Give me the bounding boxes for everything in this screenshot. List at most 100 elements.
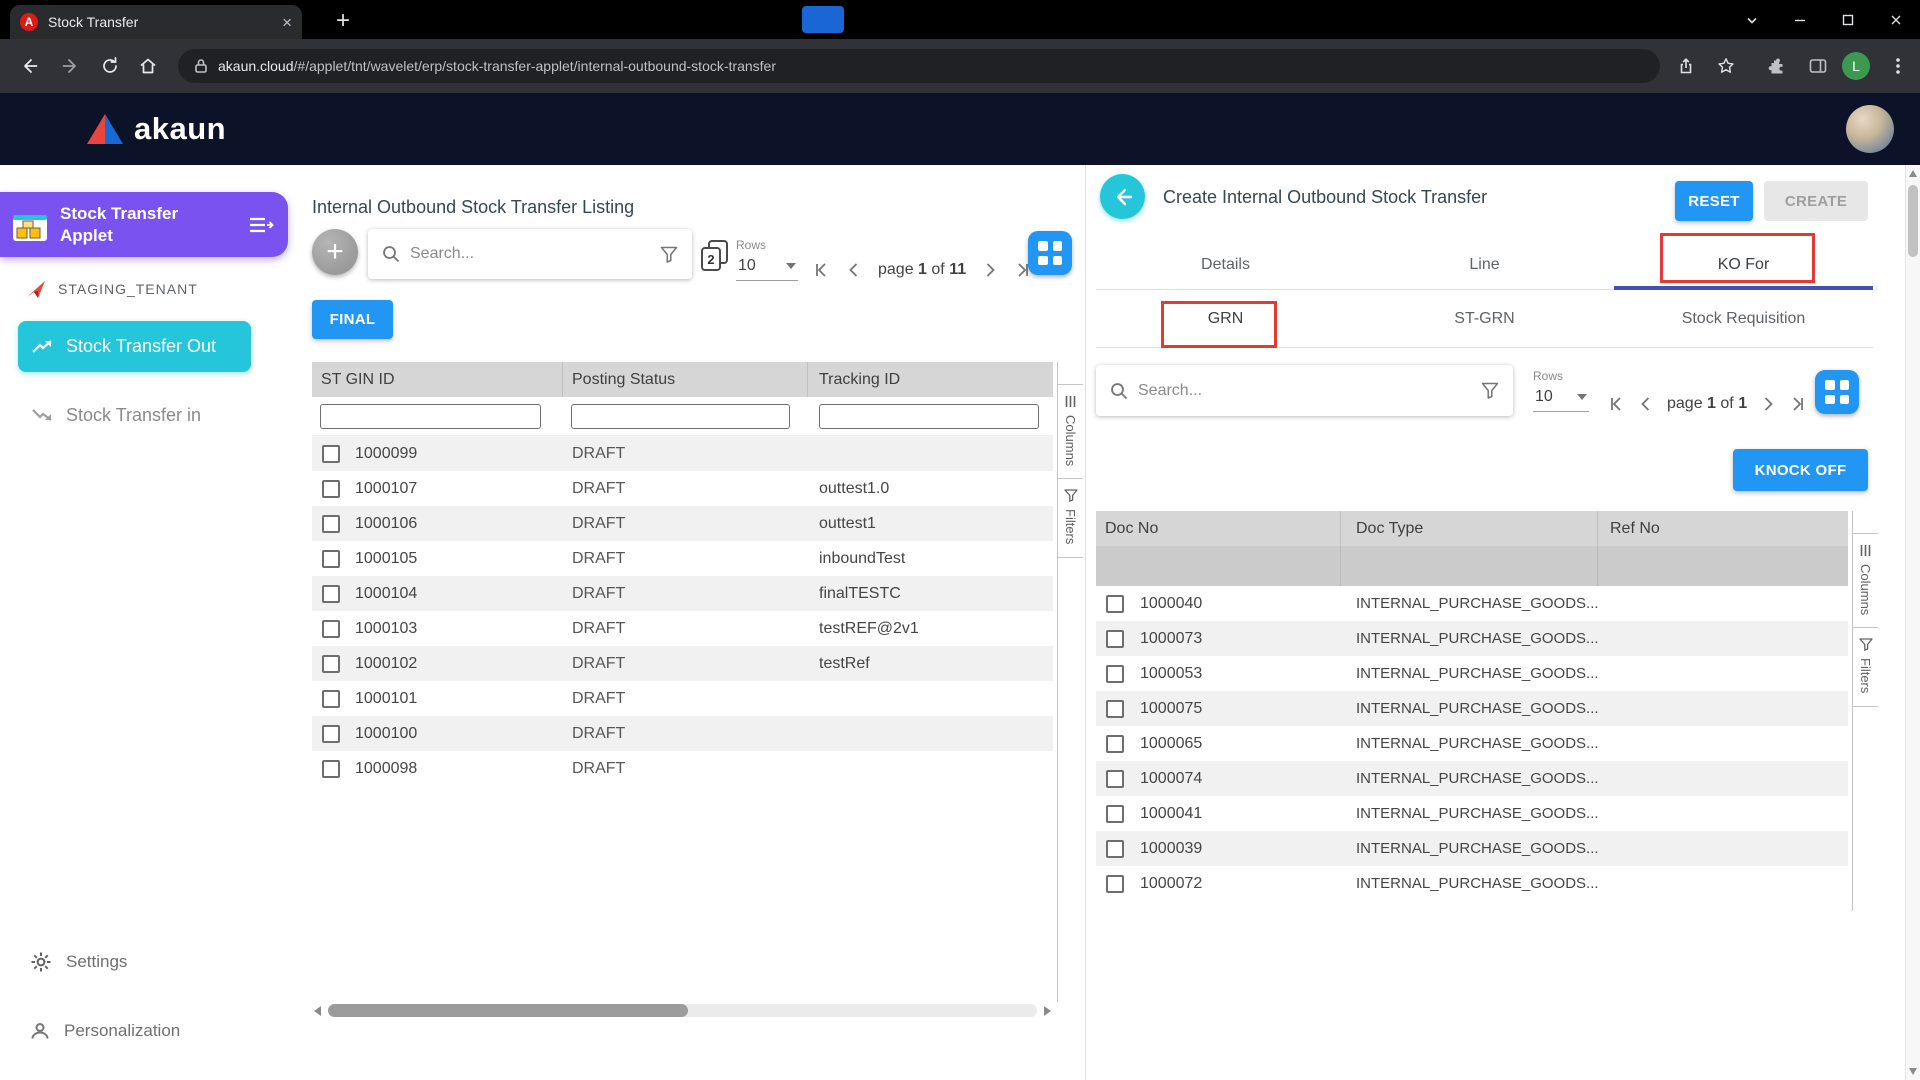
- row-checkbox[interactable]: [322, 515, 340, 533]
- table-row[interactable]: 1000072 INTERNAL_PURCHASE_GOODS...: [1096, 866, 1848, 901]
- table-row[interactable]: 1000073 INTERNAL_PURCHASE_GOODS...: [1096, 621, 1848, 656]
- browser-profile-avatar[interactable]: L: [1842, 52, 1870, 80]
- table-row[interactable]: 1000100 DRAFT: [312, 716, 1053, 751]
- reload-icon[interactable]: [94, 50, 126, 82]
- scroll-left-icon[interactable]: [314, 1006, 321, 1016]
- first-page-icon[interactable]: [1607, 395, 1625, 413]
- row-checkbox[interactable]: [1106, 735, 1124, 753]
- side-panel-icon[interactable]: [1802, 50, 1834, 82]
- table-row[interactable]: 1000103 DRAFT testREF@2v1: [312, 611, 1053, 646]
- sidebar-item-personalization[interactable]: Personalization: [30, 1021, 180, 1041]
- tab-details[interactable]: Details: [1096, 241, 1355, 289]
- rows-per-page[interactable]: Rows 10: [736, 238, 798, 281]
- prev-page-icon[interactable]: [845, 261, 863, 279]
- create-button[interactable]: CREATE: [1764, 181, 1868, 221]
- subtab-st-grn[interactable]: ST-GRN: [1355, 290, 1614, 347]
- sidebar-applet-badge[interactable]: Stock Transfer Applet: [0, 192, 288, 257]
- row-checkbox[interactable]: [1106, 875, 1124, 893]
- row-checkbox[interactable]: [1106, 770, 1124, 788]
- new-tab-button[interactable]: +: [326, 4, 360, 38]
- next-page-icon[interactable]: [1759, 395, 1777, 413]
- table-row[interactable]: 1000053 INTERNAL_PURCHASE_GOODS...: [1096, 656, 1848, 691]
- sidebar-item-stock-transfer-in[interactable]: Stock Transfer in: [18, 392, 251, 438]
- first-page-icon[interactable]: [812, 261, 830, 279]
- filter-input-posting-status[interactable]: [571, 404, 790, 429]
- row-checkbox[interactable]: [1106, 840, 1124, 858]
- row-checkbox[interactable]: [322, 760, 340, 778]
- tab-search-chevron-icon[interactable]: [1728, 0, 1776, 39]
- pages-copy-icon[interactable]: 2: [701, 240, 728, 271]
- final-button[interactable]: FINAL: [312, 300, 393, 339]
- row-checkbox[interactable]: [1106, 805, 1124, 823]
- sidebar-item-settings[interactable]: Settings: [30, 951, 127, 973]
- search-input[interactable]: [1138, 382, 1471, 400]
- row-checkbox[interactable]: [322, 550, 340, 568]
- table-row[interactable]: 1000105 DRAFT inboundTest: [312, 541, 1053, 576]
- next-page-icon[interactable]: [981, 261, 999, 279]
- row-checkbox[interactable]: [1106, 700, 1124, 718]
- search-input[interactable]: [410, 245, 650, 263]
- filters-rail-tab[interactable]: Filters: [1058, 479, 1083, 557]
- close-button[interactable]: [1872, 0, 1920, 39]
- extensions-puzzle-icon[interactable]: [1760, 50, 1792, 82]
- browser-menu-dots-icon[interactable]: [1882, 50, 1914, 82]
- user-avatar[interactable]: [1846, 105, 1894, 153]
- row-checkbox[interactable]: [322, 480, 340, 498]
- minimize-button[interactable]: [1776, 0, 1824, 39]
- share-icon[interactable]: [1670, 50, 1702, 82]
- table-row[interactable]: 1000065 INTERNAL_PURCHASE_GOODS...: [1096, 726, 1848, 761]
- sidebar-item-stock-transfer-out[interactable]: Stock Transfer Out: [18, 321, 251, 372]
- add-button[interactable]: +: [312, 229, 358, 275]
- scroll-right-icon[interactable]: [1044, 1006, 1051, 1016]
- filter-funnel-icon[interactable]: [1481, 382, 1499, 399]
- row-checkbox[interactable]: [1106, 665, 1124, 683]
- columns-rail-tab[interactable]: Columns: [1058, 384, 1083, 479]
- back-button[interactable]: [1100, 174, 1145, 219]
- row-checkbox[interactable]: [322, 585, 340, 603]
- columns-rail-tab[interactable]: Columns: [1853, 533, 1878, 628]
- row-checkbox[interactable]: [322, 445, 340, 463]
- filter-input-st-gin-id[interactable]: [320, 404, 541, 429]
- back-icon[interactable]: [14, 50, 46, 82]
- table-row[interactable]: 1000101 DRAFT: [312, 681, 1053, 716]
- column-header-tracking-id[interactable]: Tracking ID: [808, 362, 1053, 397]
- table-row[interactable]: 1000075 INTERNAL_PURCHASE_GOODS...: [1096, 691, 1848, 726]
- table-row[interactable]: 1000099 DRAFT: [312, 436, 1053, 471]
- table-row[interactable]: 1000098 DRAFT: [312, 751, 1053, 786]
- prev-page-icon[interactable]: [1637, 395, 1655, 413]
- scroll-down-icon[interactable]: [1909, 1068, 1917, 1075]
- table-row[interactable]: 1000106 DRAFT outtest1: [312, 506, 1053, 541]
- column-header-doc-type[interactable]: Doc Type: [1341, 511, 1598, 546]
- scroll-up-icon[interactable]: [1909, 170, 1917, 177]
- row-checkbox[interactable]: [322, 655, 340, 673]
- table-row[interactable]: 1000041 INTERNAL_PURCHASE_GOODS...: [1096, 796, 1848, 831]
- akaun-logo[interactable]: akaun: [86, 93, 226, 165]
- filter-input-tracking-id[interactable]: [819, 404, 1039, 429]
- subtab-stock-requisition[interactable]: Stock Requisition: [1614, 290, 1873, 347]
- table-row[interactable]: 1000104 DRAFT finalTESTC: [312, 576, 1053, 611]
- vertical-scrollbar[interactable]: [1905, 165, 1920, 1080]
- table-row[interactable]: 1000039 INTERNAL_PURCHASE_GOODS...: [1096, 831, 1848, 866]
- reset-button[interactable]: RESET: [1675, 181, 1753, 221]
- apps-grid-icon[interactable]: [1028, 231, 1072, 275]
- forward-icon[interactable]: [54, 50, 86, 82]
- tab-close-icon[interactable]: ×: [282, 14, 292, 31]
- row-checkbox[interactable]: [1106, 595, 1124, 613]
- apps-grid-icon[interactable]: [1815, 370, 1859, 414]
- browser-tab[interactable]: A Stock Transfer ×: [10, 5, 302, 39]
- sidebar-collapse-icon[interactable]: [248, 215, 274, 235]
- address-bar[interactable]: akaun.cloud/#/applet/tnt/wavelet/erp/sto…: [178, 49, 1660, 83]
- horizontal-scrollbar[interactable]: [312, 1004, 1053, 1017]
- scrollbar-thumb[interactable]: [328, 1004, 688, 1017]
- knock-off-button[interactable]: KNOCK OFF: [1733, 449, 1868, 491]
- tab-line[interactable]: Line: [1355, 241, 1614, 289]
- row-checkbox[interactable]: [322, 620, 340, 638]
- home-icon[interactable]: [132, 50, 164, 82]
- row-checkbox[interactable]: [1106, 630, 1124, 648]
- sidebar-tenant[interactable]: STAGING_TENANT: [26, 279, 198, 299]
- column-header-doc-no[interactable]: Doc No: [1096, 511, 1341, 546]
- bookmark-star-icon[interactable]: [1710, 50, 1742, 82]
- last-page-icon[interactable]: [1789, 395, 1807, 413]
- column-header-st-gin-id[interactable]: ST GIN ID: [312, 362, 563, 397]
- maximize-button[interactable]: [1824, 0, 1872, 39]
